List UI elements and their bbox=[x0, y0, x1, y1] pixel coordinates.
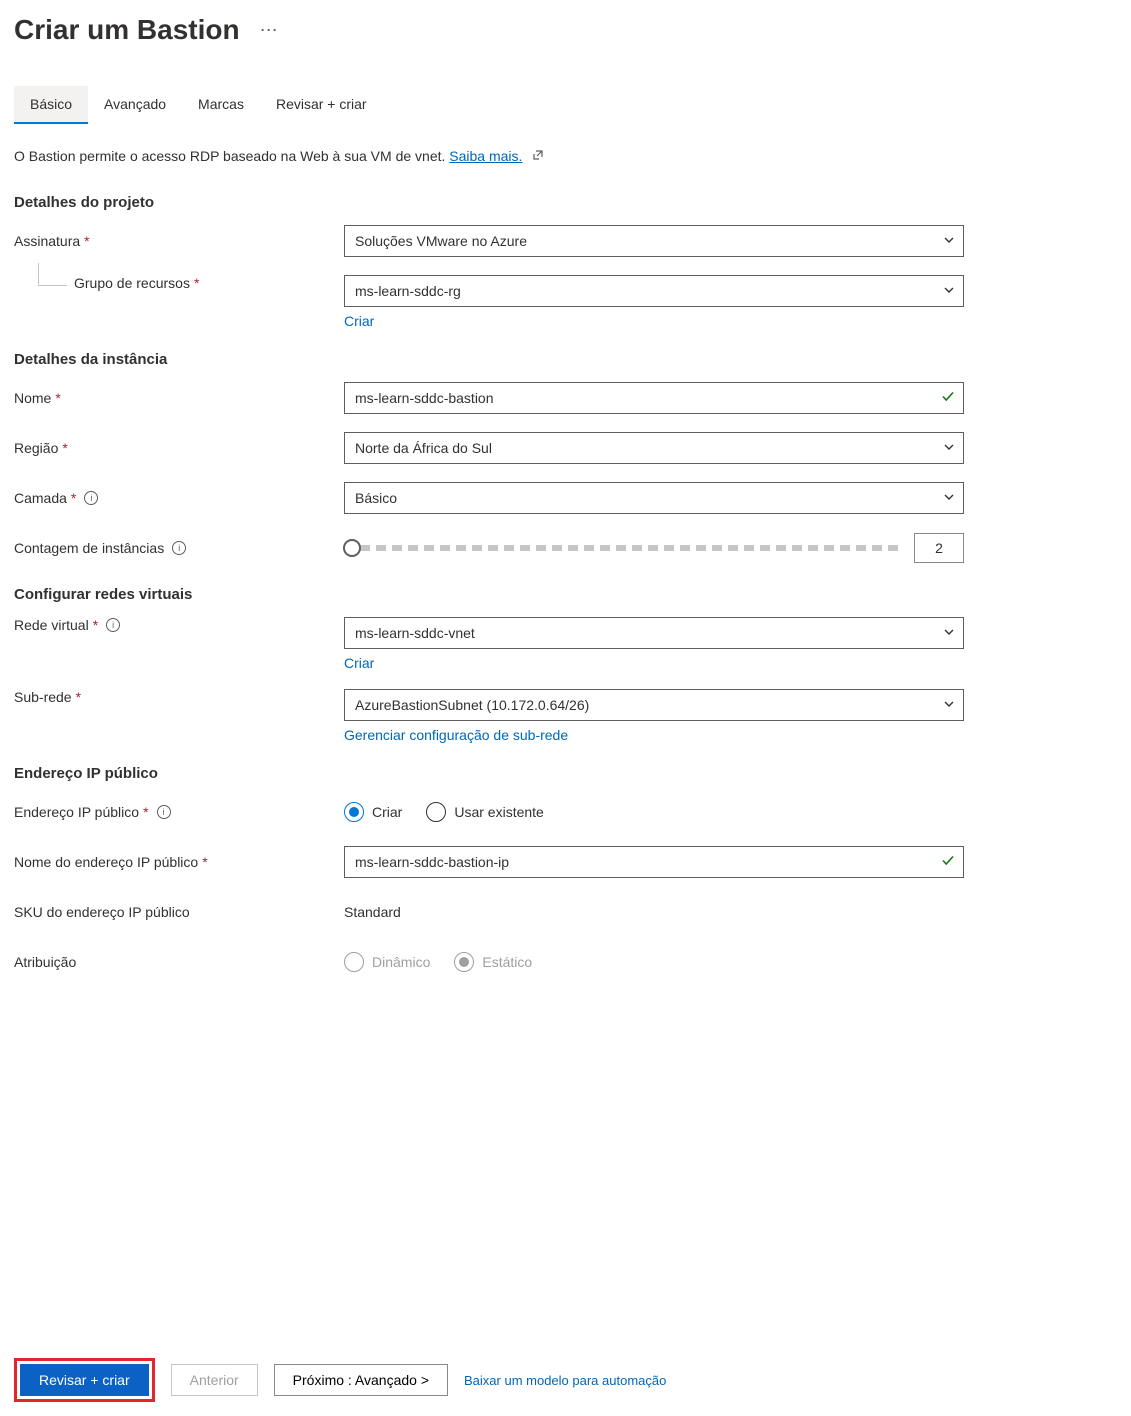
radio-checked-icon bbox=[344, 802, 364, 822]
info-icon[interactable]: i bbox=[84, 491, 98, 505]
highlight-box: Revisar + criar bbox=[14, 1358, 155, 1402]
required-marker: * bbox=[93, 617, 98, 633]
chevron-down-icon bbox=[943, 440, 955, 456]
tier-select[interactable]: Básico bbox=[344, 482, 964, 514]
label-region: Região bbox=[14, 440, 58, 456]
resource-group-select[interactable]: ms-learn-sddc-rg bbox=[344, 275, 964, 307]
label-public-ip-name: Nome do endereço IP público bbox=[14, 854, 198, 870]
learn-more-link[interactable]: Saiba mais. bbox=[449, 148, 522, 164]
download-template-link[interactable]: Baixar um modelo para automação bbox=[464, 1373, 666, 1388]
info-icon[interactable]: i bbox=[157, 805, 171, 819]
required-marker: * bbox=[202, 854, 207, 870]
label-public-ip-sku: SKU do endereço IP público bbox=[14, 904, 190, 920]
instance-count-slider[interactable] bbox=[344, 545, 900, 551]
page-title: Criar um Bastion bbox=[14, 14, 240, 46]
radio-unchecked-icon bbox=[344, 952, 364, 972]
public-ip-existing-radio[interactable]: Usar existente bbox=[426, 802, 543, 822]
intro-body: O Bastion permite o acesso RDP baseado n… bbox=[14, 148, 449, 164]
info-icon[interactable]: i bbox=[106, 618, 120, 632]
intro-text: O Bastion permite o acesso RDP baseado n… bbox=[14, 148, 1117, 164]
tab-tags[interactable]: Marcas bbox=[182, 86, 260, 124]
required-marker: * bbox=[194, 275, 199, 291]
section-public-ip: Endereço IP público bbox=[14, 765, 1117, 782]
tab-advanced[interactable]: Avançado bbox=[88, 86, 182, 124]
review-create-button[interactable]: Revisar + criar bbox=[20, 1364, 149, 1396]
chevron-down-icon bbox=[943, 233, 955, 249]
required-marker: * bbox=[143, 804, 148, 820]
public-ip-existing-label: Usar existente bbox=[454, 804, 543, 820]
virtual-network-select[interactable]: ms-learn-sddc-vnet bbox=[344, 617, 964, 649]
label-resource-group: Grupo de recursos bbox=[74, 275, 190, 291]
chevron-down-icon bbox=[943, 697, 955, 713]
info-icon[interactable]: i bbox=[172, 541, 186, 555]
name-input[interactable]: ms-learn-sddc-bastion bbox=[344, 382, 964, 414]
assignment-static-label: Estático bbox=[482, 954, 532, 970]
more-icon[interactable]: ⋯ bbox=[260, 20, 278, 41]
section-instance-details: Detalhes da instância bbox=[14, 351, 1117, 368]
tier-value: Básico bbox=[355, 490, 397, 506]
label-instance-count: Contagem de instâncias bbox=[14, 540, 164, 556]
public-ip-name-value: ms-learn-sddc-bastion-ip bbox=[355, 854, 509, 870]
required-marker: * bbox=[71, 490, 76, 506]
label-assignment: Atribuição bbox=[14, 954, 76, 970]
section-virtual-networks: Configurar redes virtuais bbox=[14, 586, 1117, 603]
valid-check-icon bbox=[941, 854, 955, 871]
previous-button: Anterior bbox=[171, 1364, 258, 1396]
radio-checked-icon bbox=[454, 952, 474, 972]
next-button[interactable]: Próximo : Avançado > bbox=[274, 1364, 448, 1396]
label-public-ip: Endereço IP público bbox=[14, 804, 139, 820]
chevron-down-icon bbox=[943, 625, 955, 641]
create-resource-group-link[interactable]: Criar bbox=[344, 313, 964, 329]
assignment-dynamic-label: Dinâmico bbox=[372, 954, 430, 970]
assignment-static-radio: Estático bbox=[454, 952, 532, 972]
required-marker: * bbox=[55, 390, 60, 406]
region-select[interactable]: Norte da África do Sul bbox=[344, 432, 964, 464]
virtual-network-value: ms-learn-sddc-vnet bbox=[355, 625, 475, 641]
valid-check-icon bbox=[941, 390, 955, 407]
tab-bar: Básico Avançado Marcas Revisar + criar bbox=[14, 86, 1117, 124]
assignment-dynamic-radio: Dinâmico bbox=[344, 952, 430, 972]
slider-thumb[interactable] bbox=[343, 539, 361, 557]
required-marker: * bbox=[84, 233, 89, 249]
instance-count-value: 2 bbox=[914, 533, 964, 563]
subscription-value: Soluções VMware no Azure bbox=[355, 233, 527, 249]
region-value: Norte da África do Sul bbox=[355, 440, 492, 456]
public-ip-sku-value: Standard bbox=[344, 904, 401, 920]
subnet-value: AzureBastionSubnet (10.172.0.64/26) bbox=[355, 697, 589, 713]
name-value: ms-learn-sddc-bastion bbox=[355, 390, 494, 406]
chevron-down-icon bbox=[943, 490, 955, 506]
create-vnet-link[interactable]: Criar bbox=[344, 655, 964, 671]
label-subscription: Assinatura bbox=[14, 233, 80, 249]
radio-unchecked-icon bbox=[426, 802, 446, 822]
external-link-icon bbox=[532, 149, 544, 164]
label-tier: Camada bbox=[14, 490, 67, 506]
tab-review[interactable]: Revisar + criar bbox=[260, 86, 383, 124]
chevron-down-icon bbox=[943, 283, 955, 299]
resource-group-value: ms-learn-sddc-rg bbox=[355, 283, 461, 299]
footer-bar: Revisar + criar Anterior Próximo : Avanç… bbox=[0, 1344, 1131, 1416]
label-subnet: Sub-rede bbox=[14, 689, 72, 705]
subscription-select[interactable]: Soluções VMware no Azure bbox=[344, 225, 964, 257]
public-ip-create-radio[interactable]: Criar bbox=[344, 802, 402, 822]
tab-basic[interactable]: Básico bbox=[14, 86, 88, 124]
required-marker: * bbox=[62, 440, 67, 456]
required-marker: * bbox=[76, 689, 81, 705]
label-virtual-network: Rede virtual bbox=[14, 617, 89, 633]
section-project-details: Detalhes do projeto bbox=[14, 194, 1117, 211]
public-ip-create-label: Criar bbox=[372, 804, 402, 820]
manage-subnet-link[interactable]: Gerenciar configuração de sub-rede bbox=[344, 727, 964, 743]
label-name: Nome bbox=[14, 390, 51, 406]
subnet-select[interactable]: AzureBastionSubnet (10.172.0.64/26) bbox=[344, 689, 964, 721]
public-ip-name-input[interactable]: ms-learn-sddc-bastion-ip bbox=[344, 846, 964, 878]
